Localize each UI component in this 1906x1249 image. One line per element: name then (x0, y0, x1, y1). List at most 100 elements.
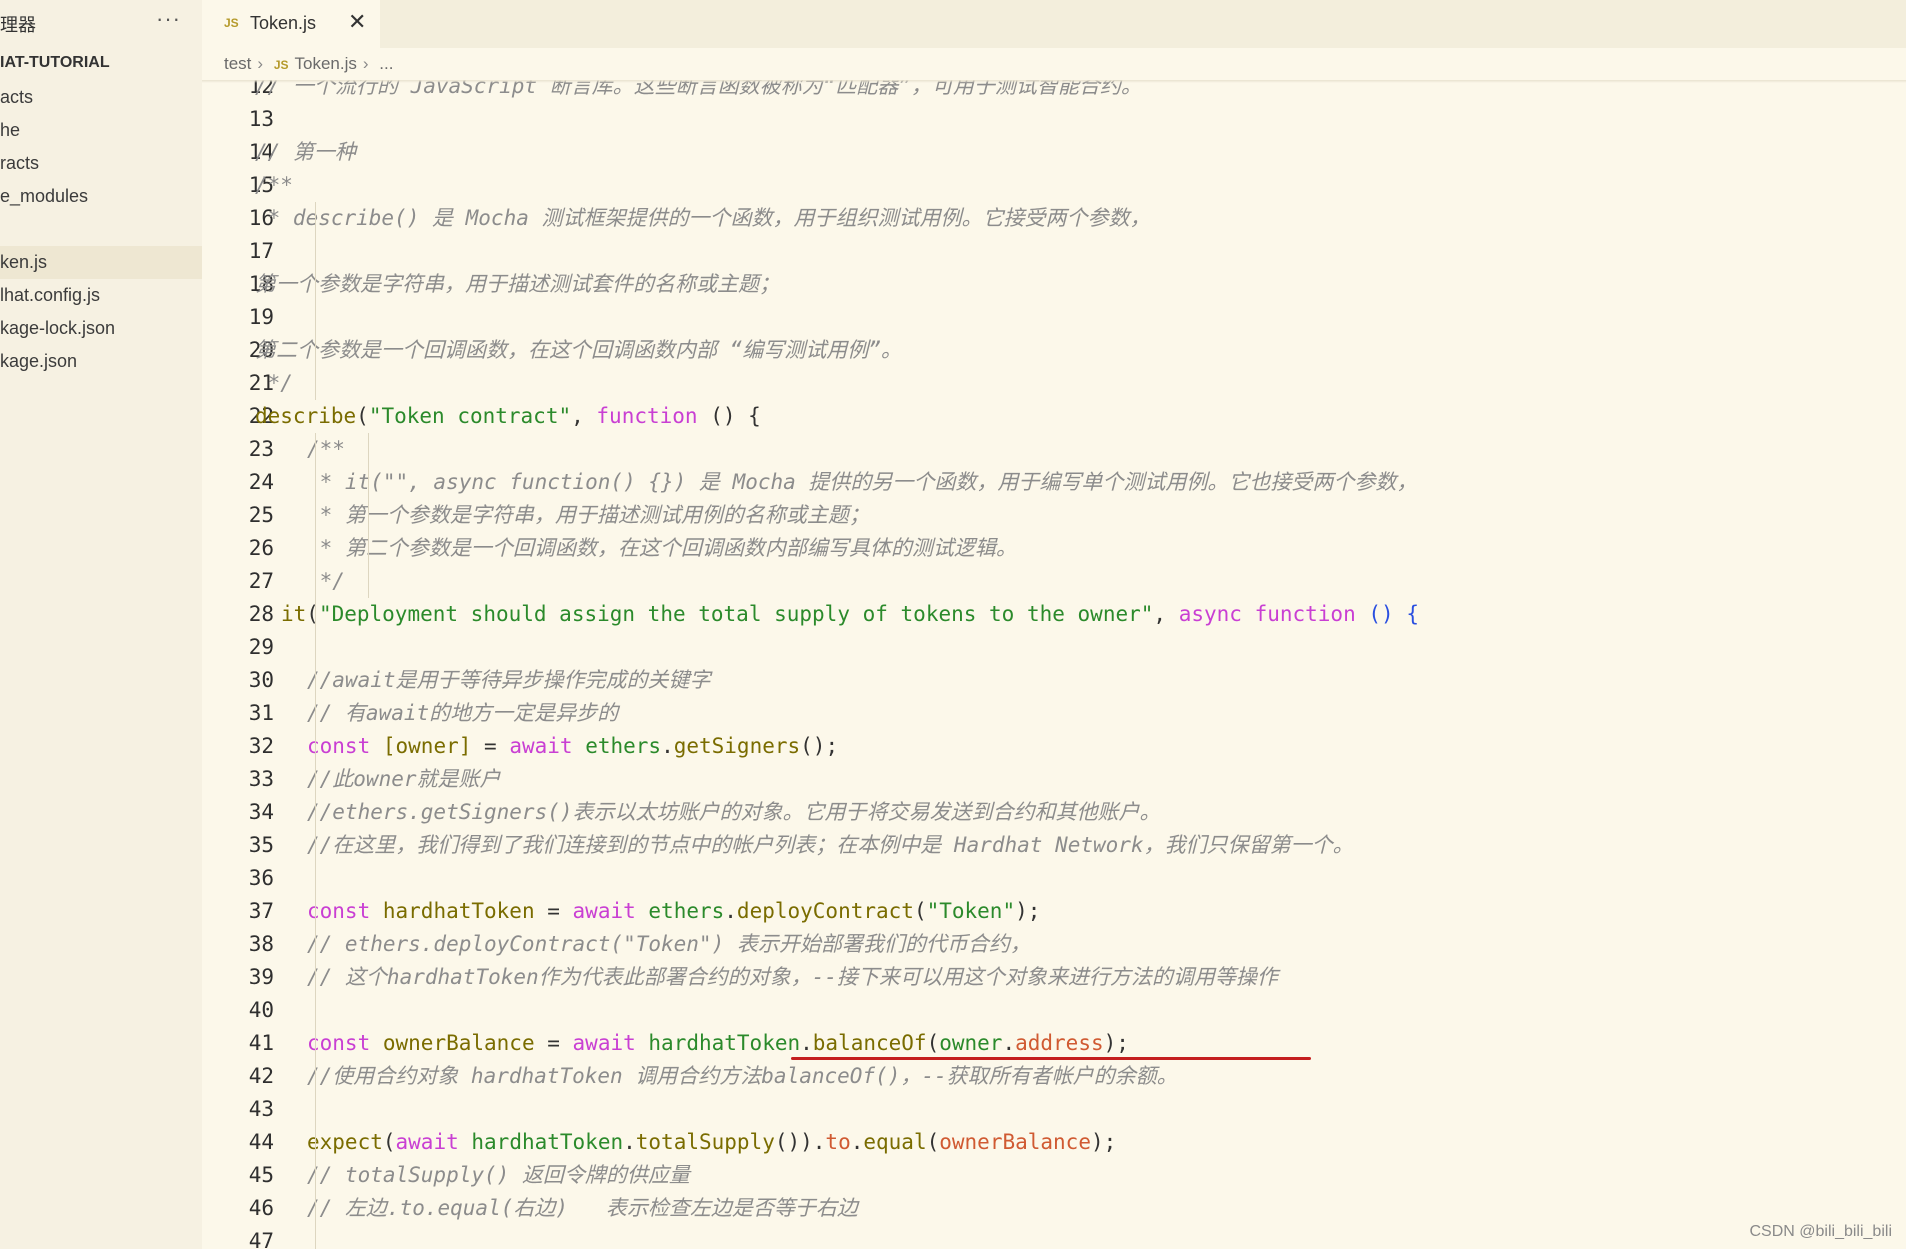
code-token-plain: . (850, 1130, 864, 1154)
code-token-str: owner (939, 1031, 1003, 1055)
code-line[interactable]: 29 (202, 631, 1906, 664)
code-token-comment: //使用合约对象 hardhatToken 调用合约方法balanceOf()，… (307, 1064, 1178, 1088)
code-token-plain: . (623, 1130, 636, 1154)
code-token-comment: * 第二个参数是一个回调函数，在这个回调函数内部编写具体的测试逻辑。 (307, 536, 1017, 560)
line-number: 30 (248, 668, 274, 692)
code-token-comment: // 左边.to.equal(右边) 表示检查左边是否等于右边 (307, 1196, 858, 1220)
breadcrumb-file[interactable]: Token.js (295, 54, 357, 73)
code-token-str: ethers (648, 899, 725, 923)
code-token-str: "Deployment should assign the total supp… (318, 602, 1154, 626)
line-number: 31 (248, 701, 274, 725)
code-line[interactable]: 25 * 第一个参数是字符串，用于描述测试用例的名称或主题； (202, 499, 1906, 532)
code-content: //在这里，我们得到了我们连接到的节点中的帐户列表；在本例中是 Hardhat … (307, 829, 1354, 862)
code-content: * 第一个参数是字符串，用于描述测试用例的名称或主题； (307, 499, 870, 532)
code-line[interactable]: 44 expect(await hardhatToken.totalSupply(… (202, 1126, 1906, 1159)
code-line[interactable]: 47 (202, 1225, 1906, 1249)
code-line[interactable]: 42 //使用合约对象 hardhatToken 调用合约方法balanceOf(… (202, 1060, 1906, 1093)
breadcrumb-folder[interactable]: test (224, 54, 251, 73)
file-tree-item[interactable]: kage.json (0, 345, 202, 378)
file-tree-item[interactable] (0, 213, 202, 246)
file-tree-item[interactable]: lhat.config.js (0, 279, 202, 312)
code-token-fn: balanceOf (812, 1031, 927, 1055)
file-tree-item[interactable]: e_modules (0, 180, 202, 213)
code-line[interactable]: 30 //await是用于等待异步操作完成的关键字 (202, 664, 1906, 697)
code-line[interactable]: 20 第二个参数是一个回调函数，在这个回调函数内部 “编写测试用例”。 (202, 334, 1906, 367)
file-tree-item[interactable]: acts (0, 81, 202, 114)
code-line[interactable]: 43 (202, 1093, 1906, 1126)
code-line[interactable]: 19 (202, 301, 1906, 334)
code-token-fn: hardhatToken (382, 899, 535, 923)
code-token-comment: /** (307, 437, 345, 461)
line-number: 13 (248, 107, 274, 131)
line-number: 42 (248, 1064, 274, 1088)
code-line[interactable]: 15/** (202, 169, 1906, 202)
code-content: // 这个hardhatToken作为代表此部署合约的对象，--接下来可以用这个… (307, 961, 1278, 994)
code-token-kw: await (572, 899, 636, 923)
red-underline-annotation (791, 1057, 1311, 1060)
project-folder-header[interactable]: IAT-TUTORIAL (0, 54, 110, 72)
indent-guide (368, 433, 369, 598)
file-tree-item[interactable]: ken.js (0, 246, 202, 279)
file-tree-item[interactable]: racts (0, 147, 202, 180)
code-line[interactable]: 45 // totalSupply() 返回令牌的供应量 (202, 1159, 1906, 1192)
code-token-plain: ); (1015, 899, 1041, 923)
code-line[interactable]: 40 (202, 994, 1906, 1027)
code-content: // 左边.to.equal(右边) 表示检查左边是否等于右边 (307, 1192, 858, 1225)
code-line[interactable]: 34 //ethers.getSigners()表示以太坊账户的对象。它用于将交易… (202, 796, 1906, 829)
code-content: //此owner就是账户 (307, 763, 501, 796)
code-token-var: ownerBalance (939, 1130, 1091, 1154)
code-token-fn: deployContract (736, 899, 914, 923)
code-line[interactable]: 39 // 这个hardhatToken作为代表此部署合约的对象，--接下来可以用… (202, 961, 1906, 994)
code-content: it("Deployment should assign the total s… (281, 598, 1419, 631)
code-token-plain: ( (382, 1130, 396, 1154)
code-line[interactable]: 26 * 第二个参数是一个回调函数，在这个回调函数内部编写具体的测试逻辑。 (202, 532, 1906, 565)
code-line[interactable]: 21 */ (202, 367, 1906, 400)
code-line[interactable]: 37 const hardhatToken = await ethers.depl… (202, 895, 1906, 928)
code-line[interactable]: 23 /** (202, 433, 1906, 466)
code-line[interactable]: 13 (202, 103, 1906, 136)
code-line[interactable]: 22 describe("Token contract", function ()… (202, 400, 1906, 433)
code-token-var: to (825, 1130, 851, 1154)
code-line[interactable]: 46 // 左边.to.equal(右边) 表示检查左边是否等于右边 (202, 1192, 1906, 1225)
code-line[interactable]: 31 // 有await的地方一定是异步的 (202, 697, 1906, 730)
code-line[interactable]: 28 it("Deployment should assign the total… (202, 598, 1906, 631)
code-content: */ (255, 367, 293, 400)
line-number: 27 (248, 569, 274, 593)
breadcrumb-more[interactable]: ... (379, 54, 393, 73)
tab-token-js[interactable]: JS Token.js ✕ (202, 0, 380, 48)
code-token-comment: 第一个参数是字符串，用于描述测试套件的名称或主题； (255, 272, 780, 296)
code-content: // 有await的地方一定是异步的 (307, 697, 618, 730)
code-content: const ownerBalance = await hardhatToken.… (307, 1027, 1129, 1060)
tab-label: Token.js (250, 13, 317, 33)
line-number: 43 (248, 1097, 274, 1121)
code-line[interactable]: 18 第一个参数是字符串，用于描述测试套件的名称或主题； (202, 268, 1906, 301)
code-line[interactable]: 27 */ (202, 565, 1906, 598)
code-token-plain: . (724, 899, 737, 923)
code-token-fn: getSigners (673, 734, 801, 758)
code-line[interactable]: 24 * it("", async function() {}) 是 Mocha… (202, 466, 1906, 499)
code-token-comment: //在这里，我们得到了我们连接到的节点中的帐户列表；在本例中是 Hardhat … (307, 833, 1354, 857)
close-icon[interactable]: ✕ (348, 9, 366, 35)
code-line[interactable]: 36 (202, 862, 1906, 895)
code-line[interactable]: 14// 第一种 (202, 136, 1906, 169)
code-line[interactable]: 16 * describe() 是 Mocha 测试框架提供的一个函数，用于组织… (202, 202, 1906, 235)
code-line[interactable]: 17 (202, 235, 1906, 268)
code-token-str: "Token" (926, 899, 1016, 923)
code-line[interactable]: 32 const [owner] = await ethers.getSigner… (202, 730, 1906, 763)
code-token-kw: const (307, 734, 371, 758)
line-number: 32 (248, 734, 274, 758)
indent-guide (315, 202, 316, 400)
code-line[interactable]: 35 //在这里，我们得到了我们连接到的节点中的帐户列表；在本例中是 Hardha… (202, 829, 1906, 862)
code-line[interactable]: 38 // ethers.deployContract("Token") 表示开始… (202, 928, 1906, 961)
code-content: describe("Token contract", function () { (255, 400, 761, 433)
file-tree-item[interactable]: kage-lock.json (0, 312, 202, 345)
code-content: expect(await hardhatToken.totalSupply())… (307, 1126, 1116, 1159)
file-tree-item[interactable]: he (0, 114, 202, 147)
code-line[interactable]: 41 const ownerBalance = await hardhatToke… (202, 1027, 1906, 1060)
ellipsis-icon[interactable]: ··· (156, 6, 181, 32)
code-line[interactable]: 33 //此owner就是账户 (202, 763, 1906, 796)
